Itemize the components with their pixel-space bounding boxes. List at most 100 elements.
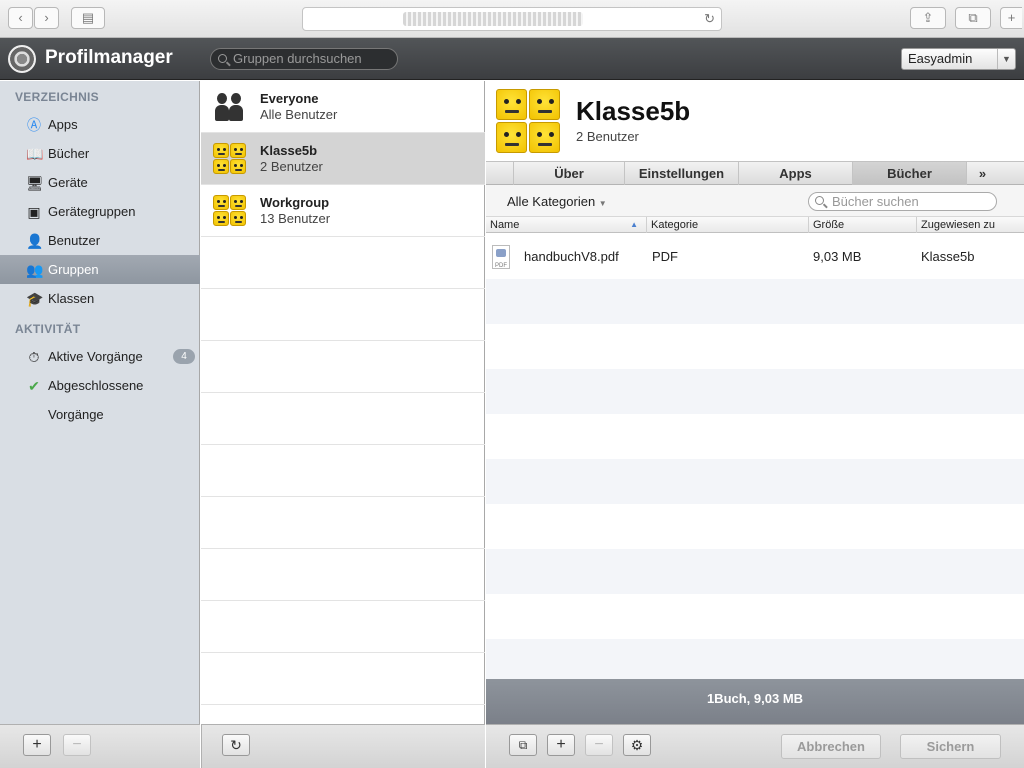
- tab-books[interactable]: Bücher: [852, 162, 966, 185]
- empty-row: [486, 549, 1024, 594]
- group-name: Workgroup: [260, 195, 330, 210]
- summary-bar: 1Buch, 9,03 MB: [486, 679, 1024, 724]
- file-category: PDF: [652, 249, 678, 264]
- lego-faces-icon: [213, 143, 247, 175]
- column-header-name[interactable]: Name ▲: [486, 217, 646, 233]
- empty-row: [486, 504, 1024, 549]
- sidebar-item-label: Gruppen: [48, 262, 99, 277]
- empty-row: [486, 594, 1024, 639]
- add-book-button[interactable]: +: [547, 734, 575, 756]
- sidebar-item-label: Bücher: [48, 146, 90, 161]
- empty-row: [201, 653, 485, 705]
- empty-row: [201, 289, 485, 341]
- empty-row: [486, 369, 1024, 414]
- gear-icon[interactable]: ⚙: [623, 734, 651, 756]
- tab-info[interactable]: Über: [513, 162, 624, 185]
- group-name: Everyone: [260, 91, 319, 106]
- group-list: Everyone Alle Benutzer Klasse5b 2 Benutz…: [201, 81, 485, 724]
- tab-apps[interactable]: Apps: [738, 162, 852, 185]
- save-button[interactable]: Sichern: [900, 734, 1001, 759]
- group-member-count: Alle Benutzer: [260, 107, 338, 122]
- detail-bottom-bar: ⧉ + − ⚙ Abbrechen Sichern: [486, 724, 1024, 768]
- sidebar-item-label: Gerätegruppen: [48, 204, 136, 219]
- group-member-count: 13 Benutzer: [260, 211, 331, 226]
- sidebar-item-abgeschlossene-vorgänge[interactable]: ✔ Abgeschlossene Vorgänge: [0, 371, 200, 422]
- file-assigned: Klasse5b: [921, 249, 975, 264]
- duplicate-icon[interactable]: ⧉: [509, 734, 537, 756]
- sidebar-item-label: Abgeschlossene Vorgänge: [48, 378, 144, 422]
- refresh-icon[interactable]: ↻: [222, 734, 250, 756]
- file-size: 9,03 MB: [813, 249, 862, 264]
- chevron-down-icon: ▼: [997, 49, 1015, 69]
- remove-book-button[interactable]: −: [585, 734, 613, 756]
- sidebar-item-geräte[interactable]: 🖥 Geräte: [0, 168, 200, 197]
- empty-row: [201, 341, 485, 393]
- pdf-file-icon: PDF: [492, 245, 510, 269]
- group-row-klasse5b[interactable]: Klasse5b 2 Benutzer: [201, 133, 485, 185]
- back-button[interactable]: ‹: [8, 7, 33, 29]
- sidebar-item-klassen[interactable]: 🎓 Klassen: [0, 284, 200, 313]
- forward-button[interactable]: ›: [34, 7, 59, 29]
- table-row[interactable]: PDF handbuchV8.pdf PDF 9,03 MB Klasse5b: [486, 234, 1024, 279]
- tab-bar: Über Einstellungen Apps Bücher »: [486, 161, 1024, 185]
- file-name: handbuchV8.pdf: [524, 249, 619, 264]
- group-row-everyone[interactable]: Everyone Alle Benutzer: [201, 81, 485, 133]
- sidebar-section-heading: VERZEICHNIS: [15, 90, 99, 104]
- column-header-assigned[interactable]: Zugewiesen zu: [916, 217, 1024, 233]
- sidebar-item-aktive-vorgänge[interactable]: ⏱ Aktive Vorgänge 4: [0, 342, 200, 371]
- category-filter[interactable]: Alle Kategorien ▼: [507, 194, 607, 209]
- blurred-url: [403, 12, 583, 26]
- sidebar-item-gerätegruppen[interactable]: ▣ Gerätegruppen: [0, 197, 200, 226]
- tab-settings[interactable]: Einstellungen: [624, 162, 738, 185]
- user-menu[interactable]: Easyadmin ▼: [901, 48, 1016, 70]
- remove-button[interactable]: −: [63, 734, 91, 756]
- empty-row: [486, 414, 1024, 459]
- group-search-placeholder: Gruppen durchsuchen: [233, 51, 362, 66]
- sort-ascending-icon: ▲: [630, 220, 638, 229]
- empty-row: [486, 279, 1024, 324]
- group-member-count: 2 Benutzer: [260, 159, 323, 174]
- books-search-input[interactable]: Bücher suchen: [808, 192, 997, 211]
- group-avatar-icon: [496, 89, 560, 153]
- sidebar-item-bücher[interactable]: 📖 Bücher: [0, 139, 200, 168]
- profile-manager-logo-icon: [8, 45, 36, 73]
- column-header-category[interactable]: Kategorie: [646, 217, 808, 233]
- address-bar[interactable]: ↻: [302, 7, 722, 31]
- group-name: Klasse5b: [260, 143, 318, 158]
- sidebar-item-apps[interactable]: Ⓐ Apps: [0, 110, 200, 139]
- add-button[interactable]: +: [23, 734, 51, 756]
- table-header: Name ▲ Kategorie Größe Zugewiesen zu: [486, 217, 1024, 233]
- tabs-overview-icon[interactable]: ⧉: [955, 7, 991, 29]
- app-header: Profilmanager Gruppen durchsuchen Easyad…: [0, 38, 1024, 80]
- graduation-cap-icon: 🎓: [26, 291, 44, 307]
- group-subtitle: 2 Benutzer: [576, 129, 639, 144]
- reload-icon[interactable]: ↻: [704, 11, 715, 27]
- cancel-button[interactable]: Abbrechen: [781, 734, 881, 759]
- search-icon: [815, 196, 824, 205]
- lego-faces-icon: [213, 195, 247, 227]
- sidebar-item-label: Apps: [48, 117, 78, 132]
- books-search-placeholder: Bücher suchen: [832, 194, 919, 209]
- sidebar-item-label: Klassen: [48, 291, 95, 306]
- category-filter-label: Alle Kategorien: [507, 194, 596, 209]
- detail-header: Klasse5b 2 Benutzer: [486, 81, 1024, 161]
- empty-row: [486, 324, 1024, 369]
- app-title: Profilmanager: [45, 47, 173, 68]
- detail-panel: Klasse5b 2 Benutzer Über Einstellungen A…: [486, 81, 1024, 724]
- group-search-input[interactable]: Gruppen durchsuchen: [210, 48, 398, 70]
- column-header-size[interactable]: Größe: [808, 217, 916, 233]
- empty-row: [201, 601, 485, 653]
- sidebar-item-label: Benutzer: [48, 233, 101, 248]
- group-row-workgroup[interactable]: Workgroup 13 Benutzer: [201, 185, 485, 237]
- sidebar-item-benutzer[interactable]: 👤 Benutzer: [0, 226, 200, 255]
- new-tab-button[interactable]: +: [1000, 7, 1022, 29]
- sidebar-toggle-icon[interactable]: ▤: [71, 7, 105, 29]
- share-icon[interactable]: ⇪: [910, 7, 946, 29]
- book-icon: 📖: [26, 146, 44, 162]
- tab-more[interactable]: »: [966, 162, 998, 185]
- empty-row: [486, 639, 1024, 684]
- completed-icon: ✔: [28, 378, 40, 394]
- sidebar-item-gruppen[interactable]: 👥 Gruppen: [0, 255, 200, 284]
- group-title: Klasse5b: [576, 96, 691, 126]
- sidebar: VERZEICHNIS AKTIVITÄT Ⓐ Apps 📖 Bücher 🖥 Geräte ▣…: [0, 81, 200, 768]
